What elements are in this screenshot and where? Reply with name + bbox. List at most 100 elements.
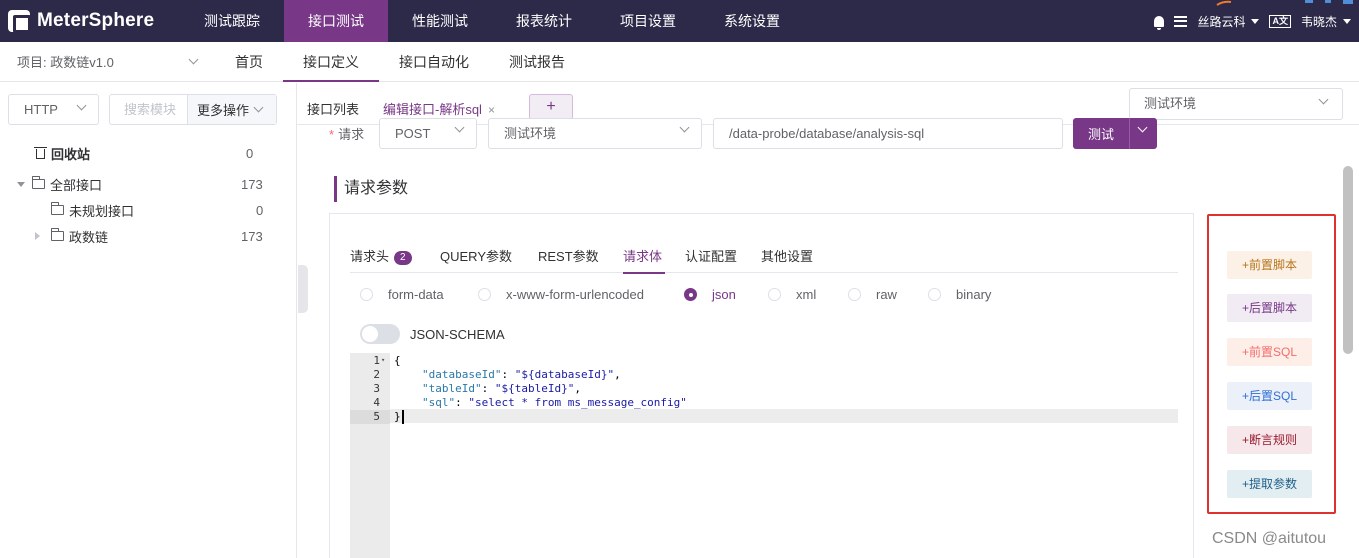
json-key: "sql" xyxy=(422,396,456,409)
request-env-select[interactable]: 测试环境 xyxy=(488,118,702,149)
tab-query-params[interactable]: QUERY参数 xyxy=(440,246,512,265)
nav-report-stats[interactable]: 报表统计 xyxy=(492,0,596,42)
chevron-down-icon xyxy=(253,102,264,113)
chevron-down-icon xyxy=(1318,94,1329,105)
tab-other-settings[interactable]: 其他设置 xyxy=(761,246,813,265)
watermark: CSDN @aitutou xyxy=(1212,530,1327,547)
nav-performance-test[interactable]: 性能测试 xyxy=(388,0,492,42)
user-name: 韦晓杰 xyxy=(1300,14,1337,29)
add-pre-sql-button[interactable]: +前置SQL xyxy=(1227,338,1312,366)
more-operations-button[interactable]: 更多操作 xyxy=(187,95,276,124)
project-selector[interactable]: 项目: 政数链v1.0 xyxy=(0,52,215,71)
active-tab-indicator xyxy=(623,272,665,274)
tab-auth-config[interactable]: 认证配置 xyxy=(685,246,737,265)
tree-item-unplanned[interactable]: 未规划接口 0 xyxy=(0,198,297,222)
close-icon[interactable]: × xyxy=(488,103,495,117)
json-code-editor[interactable]: 1 2 3 4 5 ▾ { "databaseId": "${databaseI… xyxy=(350,353,1178,558)
module-search-input[interactable] xyxy=(110,95,187,124)
folder-icon xyxy=(32,176,45,189)
method-select[interactable]: POST xyxy=(379,118,477,149)
bell-icon[interactable] xyxy=(1154,15,1165,30)
add-extract-param-button[interactable]: +提取参数 xyxy=(1227,470,1312,498)
tab-edit-api[interactable]: 编辑接口-解析sql × xyxy=(383,99,495,118)
caret-down-icon[interactable] xyxy=(17,181,25,187)
list-icon[interactable] xyxy=(1174,15,1188,27)
nav-test-tracking[interactable]: 测试跟踪 xyxy=(180,0,284,42)
tab-api-list[interactable]: 接口列表 xyxy=(307,99,359,118)
test-button-label: 测试 xyxy=(1087,127,1114,142)
sidebar-collapse-handle[interactable] xyxy=(298,265,308,313)
chevron-down-icon xyxy=(1137,122,1148,133)
chevron-down-icon xyxy=(76,100,87,111)
json-value: "select * from ms_message_config" xyxy=(468,396,687,409)
tree-item-count: 0 xyxy=(246,145,254,161)
protocol-select[interactable]: HTTP xyxy=(8,94,99,125)
url-input[interactable]: /data-probe/database/analysis-sql xyxy=(713,118,1063,149)
language-switcher[interactable]: A文 xyxy=(1269,14,1291,28)
tree-item-zhengshulian[interactable]: 政数链 173 xyxy=(0,224,297,248)
tree-item-all-apis[interactable]: 全部接口 173 xyxy=(0,172,297,196)
radio-label: binary xyxy=(956,287,992,302)
header-count-badge: 2 xyxy=(394,251,412,265)
environment-select[interactable]: 测试环境 xyxy=(1129,88,1343,120)
add-pre-script-button[interactable]: +前置脚本 xyxy=(1227,251,1312,279)
subtab-api-automation[interactable]: 接口自动化 xyxy=(379,42,489,82)
text-cursor xyxy=(402,410,404,424)
params-tabs: 请求头 2 QUERY参数 REST参数 请求体 认证配置 其他设置 xyxy=(350,240,1178,274)
tree-item-label: 未规划接口 xyxy=(69,203,135,219)
json-sep: , xyxy=(574,382,581,395)
tab-request-body[interactable]: 请求体 xyxy=(623,246,662,265)
radio-xml[interactable]: xml xyxy=(768,287,816,302)
test-dropdown-button[interactable] xyxy=(1129,118,1157,149)
add-assertion-button[interactable]: +断言规则 xyxy=(1227,426,1312,454)
workspace-switcher[interactable]: 丝路云科 xyxy=(1197,13,1260,30)
tab-rest-params[interactable]: REST参数 xyxy=(538,246,599,265)
json-schema-toggle-row: JSON-SCHEMA xyxy=(360,324,505,344)
more-operations-label: 更多操作 xyxy=(197,103,250,118)
radio-label: raw xyxy=(876,287,897,302)
radio-icon xyxy=(360,288,373,301)
required-asterisk: * xyxy=(329,127,335,142)
code-line: { xyxy=(394,354,401,367)
environment-placeholder: 测试环境 xyxy=(1144,96,1197,111)
radio-icon xyxy=(768,288,781,301)
radio-json[interactable]: json xyxy=(684,287,736,302)
radio-raw[interactable]: raw xyxy=(848,287,897,302)
caret-right-icon[interactable] xyxy=(35,232,40,240)
app-logo[interactable]: MeterSphere xyxy=(0,0,180,42)
tree-item-label: 全部接口 xyxy=(50,177,103,193)
trash-icon xyxy=(34,147,47,159)
tree-item-recycle-bin[interactable]: 回收站 0 xyxy=(0,141,297,165)
radio-binary[interactable]: binary xyxy=(928,287,991,302)
radio-form-data[interactable]: form-data xyxy=(360,287,444,302)
json-schema-switch[interactable] xyxy=(360,324,400,344)
nav-api-test[interactable]: 接口测试 xyxy=(284,0,388,42)
test-button[interactable]: 测试 xyxy=(1073,118,1157,149)
tree-item-count: 173 xyxy=(241,176,263,192)
subtab-test-report[interactable]: 测试报告 xyxy=(489,42,585,82)
module-search-group: 更多操作 xyxy=(109,94,277,125)
nav-project-settings[interactable]: 项目设置 xyxy=(596,0,700,42)
tab-request-headers[interactable]: 请求头 2 xyxy=(350,246,412,265)
vertical-scrollbar[interactable] xyxy=(1343,166,1353,354)
radio-label: form-data xyxy=(388,287,444,302)
json-sep: : xyxy=(481,382,495,395)
subtab-home[interactable]: 首页 xyxy=(215,42,283,82)
chevron-down-icon xyxy=(188,54,199,65)
radio-x-www-form-urlencoded[interactable]: x-www-form-urlencoded xyxy=(478,287,644,302)
radio-icon xyxy=(478,288,491,301)
radio-label: json xyxy=(712,287,736,302)
fold-icon[interactable]: ▾ xyxy=(381,356,385,364)
line-number: 4 xyxy=(373,396,380,409)
json-value: "${tableId}" xyxy=(494,382,575,395)
nav-system-settings[interactable]: 系统设置 xyxy=(700,0,804,42)
add-post-script-button[interactable]: +后置脚本 xyxy=(1227,294,1312,322)
user-menu[interactable]: 韦晓杰 xyxy=(1301,13,1351,30)
top-right-tools: 丝路云科 A文 韦晓杰 xyxy=(1144,0,1351,42)
request-label-text: 请求 xyxy=(338,127,365,142)
subtab-api-definition[interactable]: 接口定义 xyxy=(283,42,379,82)
folder-icon xyxy=(51,228,64,241)
add-post-sql-button[interactable]: +后置SQL xyxy=(1227,382,1312,410)
line-number: 1 xyxy=(373,354,380,367)
add-tab-button[interactable]: + xyxy=(529,94,573,120)
